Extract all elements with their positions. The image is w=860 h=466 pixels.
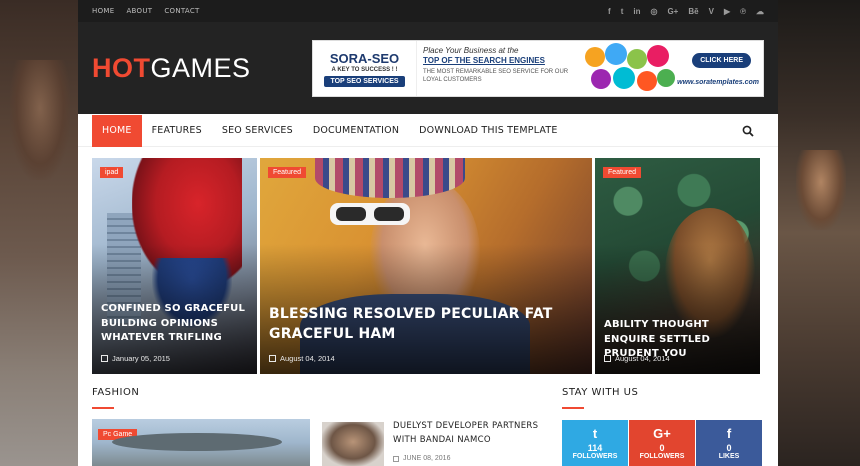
- card-title[interactable]: BLESSING RESOLVED PECULIAR FAT GRACEFUL …: [269, 304, 578, 345]
- featured-card[interactable]: Featured BLESSING RESOLVED PECULIAR FAT …: [260, 158, 592, 374]
- google-followers-button[interactable]: G+ 0 FOLLOWERS: [629, 420, 695, 466]
- banner-line1: Place Your Business at the: [423, 46, 519, 55]
- post-thumbnail-large[interactable]: Pc Game: [92, 419, 310, 466]
- main-nav: HOME FEATURES SEO SERVICES DOCUMENTATION…: [78, 114, 778, 147]
- banner-copy: Place Your Business at the TOP OF THE SE…: [417, 41, 577, 96]
- category-badge[interactable]: Pc Game: [98, 429, 138, 440]
- section-title-fashion: FASHION: [92, 387, 140, 398]
- featured-slider: ipad CONFINED SO GRACEFUL BUILDING OPINI…: [92, 158, 760, 374]
- youtube-icon[interactable]: ▶: [724, 7, 730, 16]
- banner-click-here-button[interactable]: CLICK HERE: [692, 53, 751, 68]
- banner-brand: SORA-SEO A KEY TO SUCCESS ! ! TOP SEO SE…: [313, 41, 417, 96]
- card-date: August 04, 2014: [269, 354, 335, 363]
- stat-label: LIKES: [718, 453, 740, 460]
- top-link-contact[interactable]: CONTACT: [164, 7, 199, 15]
- section-underline: [92, 407, 114, 409]
- nav-item-download[interactable]: DOWNLOAD THIS TEMPLATE: [409, 115, 567, 147]
- stat-count: 0: [659, 443, 665, 453]
- search-icon[interactable]: [742, 125, 754, 137]
- featured-card[interactable]: Featured ABILITY THOUGHT ENQUIRE SETTLED…: [595, 158, 760, 374]
- background-right: [778, 0, 860, 466]
- linkedin-icon[interactable]: in: [633, 7, 640, 16]
- banner-line3: THE MOST REMARKABLE SEO SERVICE FOR OUR …: [423, 69, 569, 83]
- stat-count: 114: [587, 443, 603, 453]
- banner-line2: TOP OF THE SEARCH ENGINES: [423, 56, 545, 65]
- banner-title: SORA-SEO: [329, 50, 400, 66]
- card-date: August 04, 2014: [604, 354, 670, 363]
- post-title[interactable]: DUELYST DEVELOPER PARTNERS WITH BANDAI N…: [393, 420, 543, 447]
- site-header: HOTGAMES SORA-SEO A KEY TO SUCCESS ! ! T…: [78, 22, 778, 114]
- banner-graphic: CLICK HERE www.soratemplates.com: [577, 41, 763, 96]
- post-thumbnail[interactable]: [322, 422, 384, 466]
- twitter-icon: t: [592, 426, 598, 441]
- stat-count: 0: [726, 443, 732, 453]
- featured-card[interactable]: ipad CONFINED SO GRACEFUL BUILDING OPINI…: [92, 158, 257, 374]
- twitter-icon[interactable]: t: [621, 7, 624, 16]
- nav-item-features[interactable]: FEATURES: [142, 115, 212, 147]
- twitter-followers-button[interactable]: t 114 FOLLOWERS: [562, 420, 628, 466]
- card-title[interactable]: CONFINED SO GRACEFUL BUILDING OPINIONS W…: [101, 302, 249, 346]
- ad-banner[interactable]: SORA-SEO A KEY TO SUCCESS ! ! TOP SEO SE…: [312, 40, 764, 97]
- logo-games: GAMES: [150, 52, 251, 83]
- behance-icon[interactable]: Bē: [688, 7, 698, 16]
- logo-hot: HOT: [92, 52, 151, 83]
- category-badge[interactable]: Featured: [603, 167, 642, 178]
- instagram-icon[interactable]: ◎: [650, 7, 657, 16]
- soundcloud-icon[interactable]: ☁: [756, 7, 764, 16]
- section-underline: [562, 407, 584, 409]
- nav-item-seo-services[interactable]: SEO SERVICES: [212, 115, 303, 147]
- site-logo[interactable]: HOTGAMES: [92, 53, 251, 84]
- card-date: January 05, 2015: [101, 354, 170, 363]
- top-link-home[interactable]: HOME: [92, 7, 114, 15]
- banner-seo-button[interactable]: TOP SEO SERVICES: [324, 75, 405, 87]
- facebook-likes-button[interactable]: f 0 LIKES: [696, 420, 762, 466]
- banner-url: www.soratemplates.com: [677, 79, 759, 86]
- stat-label: FOLLOWERS: [639, 453, 685, 460]
- facebook-icon: f: [726, 426, 732, 441]
- section-title-stay: STAY WITH US: [562, 387, 639, 398]
- calendar-icon: [604, 355, 611, 362]
- calendar-icon: [393, 455, 399, 462]
- nav-item-home[interactable]: HOME: [92, 114, 142, 147]
- stat-label: FOLLOWERS: [572, 453, 618, 460]
- top-links: HOME ABOUT CONTACT: [92, 7, 200, 15]
- vine-icon[interactable]: V: [709, 7, 714, 16]
- calendar-icon: [269, 355, 276, 362]
- background-left: [0, 0, 78, 466]
- pinterest-icon[interactable]: ℗: [740, 7, 746, 16]
- category-badge[interactable]: ipad: [100, 167, 124, 178]
- post-date: JUNE 08, 2016: [393, 455, 450, 462]
- social-links: f t in ◎ G+ Bē V ▶ ℗ ☁: [608, 7, 764, 16]
- google-plus-icon[interactable]: G+: [667, 7, 678, 16]
- top-bar: HOME ABOUT CONTACT f t in ◎ G+ Bē V ▶ ℗ …: [78, 0, 778, 22]
- calendar-icon: [101, 355, 108, 362]
- banner-tagline: A KEY TO SUCCESS ! !: [331, 66, 398, 73]
- facebook-icon[interactable]: f: [608, 7, 611, 16]
- google-plus-icon: G+: [653, 426, 671, 441]
- top-link-about[interactable]: ABOUT: [126, 7, 152, 15]
- nav-item-documentation[interactable]: DOCUMENTATION: [303, 115, 409, 147]
- category-badge[interactable]: Featured: [268, 167, 307, 178]
